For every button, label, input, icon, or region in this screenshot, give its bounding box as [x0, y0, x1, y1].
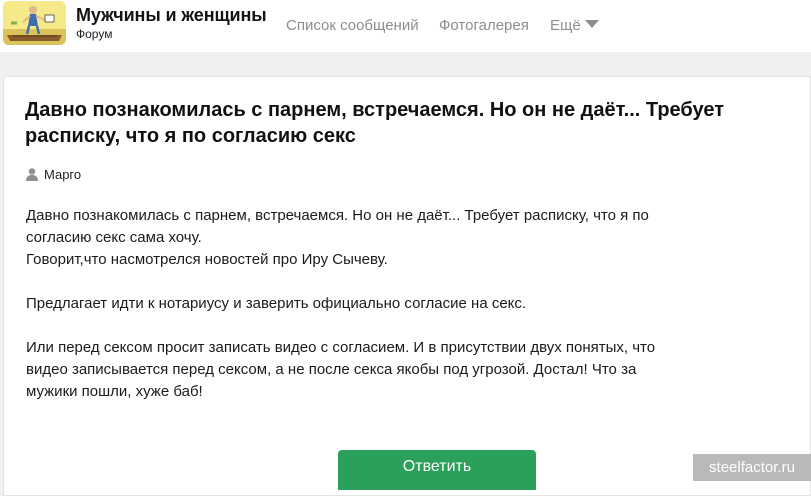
watermark: steelfactor.ru	[693, 454, 811, 481]
user-icon	[26, 167, 38, 181]
nav-more-label: Ещё	[550, 17, 581, 34]
post-line: Или перед сексом просит записать видео с…	[26, 339, 656, 356]
nav-gallery-link[interactable]: Фотогалерея	[439, 17, 529, 34]
post-line: мужики пошли, хуже баб!	[26, 383, 203, 400]
brand-title[interactable]: Мужчины и женщины	[76, 5, 267, 26]
post-body: Давно познакомилась с парнем, встречаемс…	[26, 205, 666, 425]
post-line: Говорит,что насмотрелся новостей про Иру…	[26, 251, 388, 268]
post-paragraph: Давно познакомилась с парнем, встречаемс…	[26, 205, 666, 271]
nav-more-menu[interactable]: Ещё	[550, 17, 599, 34]
brand-subtitle: Форум	[76, 27, 113, 41]
post-paragraph: Предлагает идти к нотариусу и заверить о…	[26, 293, 666, 315]
post-author[interactable]: Марго	[26, 166, 81, 182]
forum-logo-icon[interactable]	[3, 1, 66, 45]
post-line: согласию секс сама хочу.	[26, 229, 202, 246]
post-title: Давно познакомилась с парнем, встречаемс…	[25, 99, 724, 147]
post-line: Давно познакомилась с парнем, встречаемс…	[26, 207, 649, 224]
author-name: Марго	[44, 166, 82, 182]
reply-button[interactable]: Ответить	[338, 450, 536, 490]
post-line: видео записывается перед сексом, а не по…	[26, 361, 637, 378]
post-line: Предлагает идти к нотариусу и заверить о…	[26, 295, 527, 312]
nav-messages-link[interactable]: Список сообщений	[286, 17, 419, 34]
post-paragraph: Или перед сексом просит записать видео с…	[26, 337, 666, 403]
chevron-down-icon	[584, 20, 599, 29]
site-header: Мужчины и женщины Форум Список сообщений…	[0, 0, 811, 52]
